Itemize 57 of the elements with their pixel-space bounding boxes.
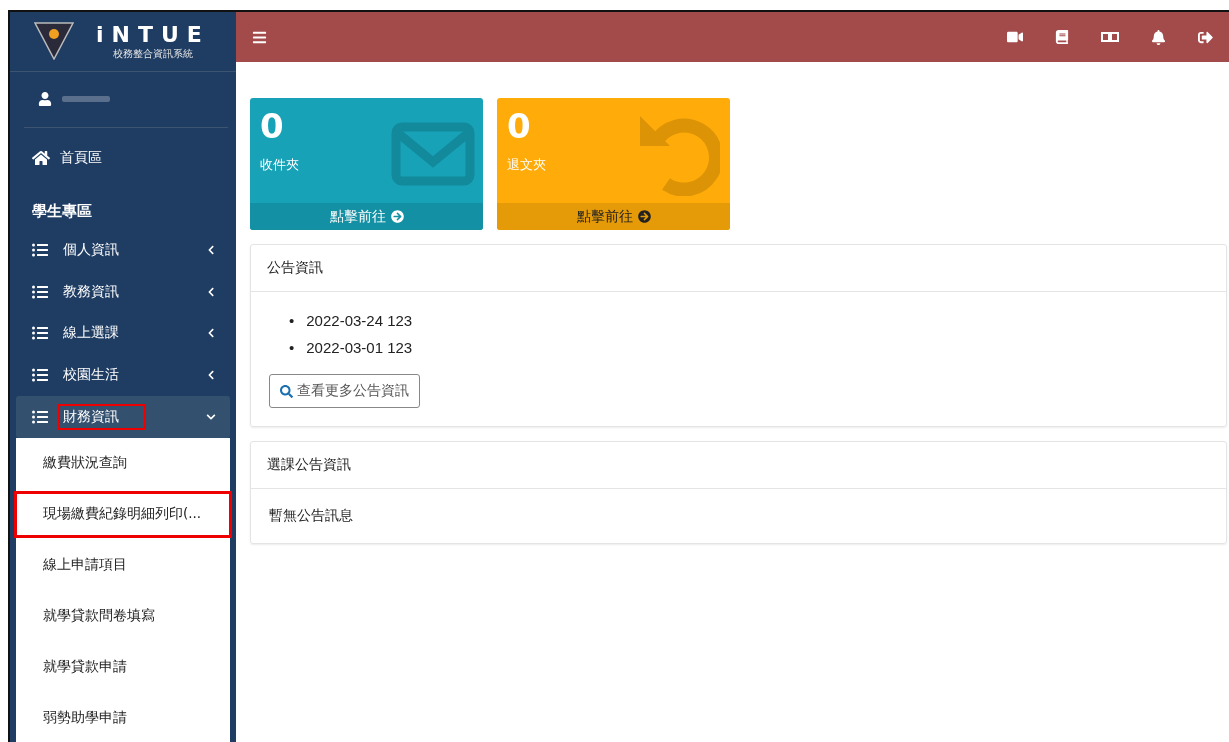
logo-icon bbox=[34, 22, 74, 61]
sidebar-item[interactable]: 校園生活 bbox=[16, 354, 230, 397]
home-icon bbox=[32, 149, 50, 168]
sidebar-item[interactable]: 個人資訊 bbox=[16, 228, 230, 271]
announcement-item[interactable]: 2022-03-24 123 bbox=[306, 310, 413, 331]
section-title: 學生專區 bbox=[31, 200, 93, 222]
submenu-item[interactable]: 現場繳費紀錄明細列印(... bbox=[14, 491, 232, 538]
chevron-left-icon bbox=[206, 244, 216, 255]
book-icon[interactable] bbox=[1055, 30, 1069, 44]
empty-message: 暫無公告訊息 bbox=[269, 507, 353, 523]
blurred-username bbox=[62, 96, 110, 103]
bullet: • bbox=[289, 338, 295, 358]
envelope-icon bbox=[391, 122, 475, 186]
sidebar-item[interactable]: 財務資訊 bbox=[16, 396, 230, 438]
list-icon bbox=[32, 325, 48, 342]
announcement-item[interactable]: 2022-03-01 123 bbox=[306, 337, 413, 358]
panel-title: 公告資訊 bbox=[251, 245, 1226, 292]
brand-subtitle: 校務整合資訊系統 bbox=[112, 46, 193, 61]
card-count: 0 bbox=[506, 105, 532, 146]
submenu-item[interactable]: 弱勢助學申請 bbox=[14, 695, 232, 742]
submenu-item[interactable]: 線上申請項目 bbox=[14, 542, 232, 589]
panel-title: 選課公告資訊 bbox=[251, 442, 1226, 489]
sidebar-item-label: 個人資訊 bbox=[62, 239, 120, 259]
card-label: 退文夾 bbox=[507, 156, 546, 174]
submenu-item[interactable]: 繳費狀況查詢 bbox=[14, 440, 232, 487]
more-announcements-button[interactable]: 查看更多公告資訊 bbox=[269, 374, 420, 408]
list-icon bbox=[32, 241, 48, 258]
bell-icon[interactable] bbox=[1151, 29, 1166, 45]
arrow-right-icon bbox=[390, 210, 404, 223]
logout-icon[interactable] bbox=[1198, 29, 1213, 45]
menu-icon[interactable] bbox=[252, 29, 267, 45]
chevron-left-icon bbox=[206, 286, 216, 297]
sidebar-item-label: 線上選課 bbox=[62, 323, 120, 343]
list-icon bbox=[32, 409, 48, 426]
card-count: 0 bbox=[259, 105, 285, 146]
arrow-right-icon bbox=[637, 210, 651, 223]
sidebar-item[interactable]: 線上選課 bbox=[16, 312, 230, 355]
search-icon bbox=[280, 384, 293, 398]
brand-name: iNTUE bbox=[96, 21, 210, 47]
chevron-left-icon bbox=[206, 370, 216, 381]
video-icon[interactable] bbox=[1007, 29, 1023, 45]
home-link[interactable]: 首頁區 bbox=[10, 128, 236, 188]
user-icon bbox=[38, 92, 52, 107]
card-link[interactable]: 點擊前往 bbox=[250, 203, 483, 230]
list-icon bbox=[32, 367, 48, 384]
submenu-item[interactable]: 就學貸款問卷填寫 bbox=[14, 593, 232, 640]
card-label: 收件夾 bbox=[260, 156, 299, 174]
list-icon bbox=[32, 283, 48, 300]
sidebar-item-label: 校園生活 bbox=[62, 365, 120, 385]
card-link[interactable]: 點擊前往 bbox=[497, 203, 730, 230]
translate-icon[interactable] bbox=[1101, 32, 1119, 42]
chevron-left-icon bbox=[206, 328, 216, 339]
sidebar-item-label: 財務資訊 bbox=[58, 404, 146, 431]
bullet: • bbox=[289, 311, 295, 331]
sidebar-item-label: 教務資訊 bbox=[62, 281, 120, 301]
submenu-item[interactable]: 就學貸款申請 bbox=[14, 644, 232, 691]
sidebar-item[interactable]: 教務資訊 bbox=[16, 270, 230, 313]
